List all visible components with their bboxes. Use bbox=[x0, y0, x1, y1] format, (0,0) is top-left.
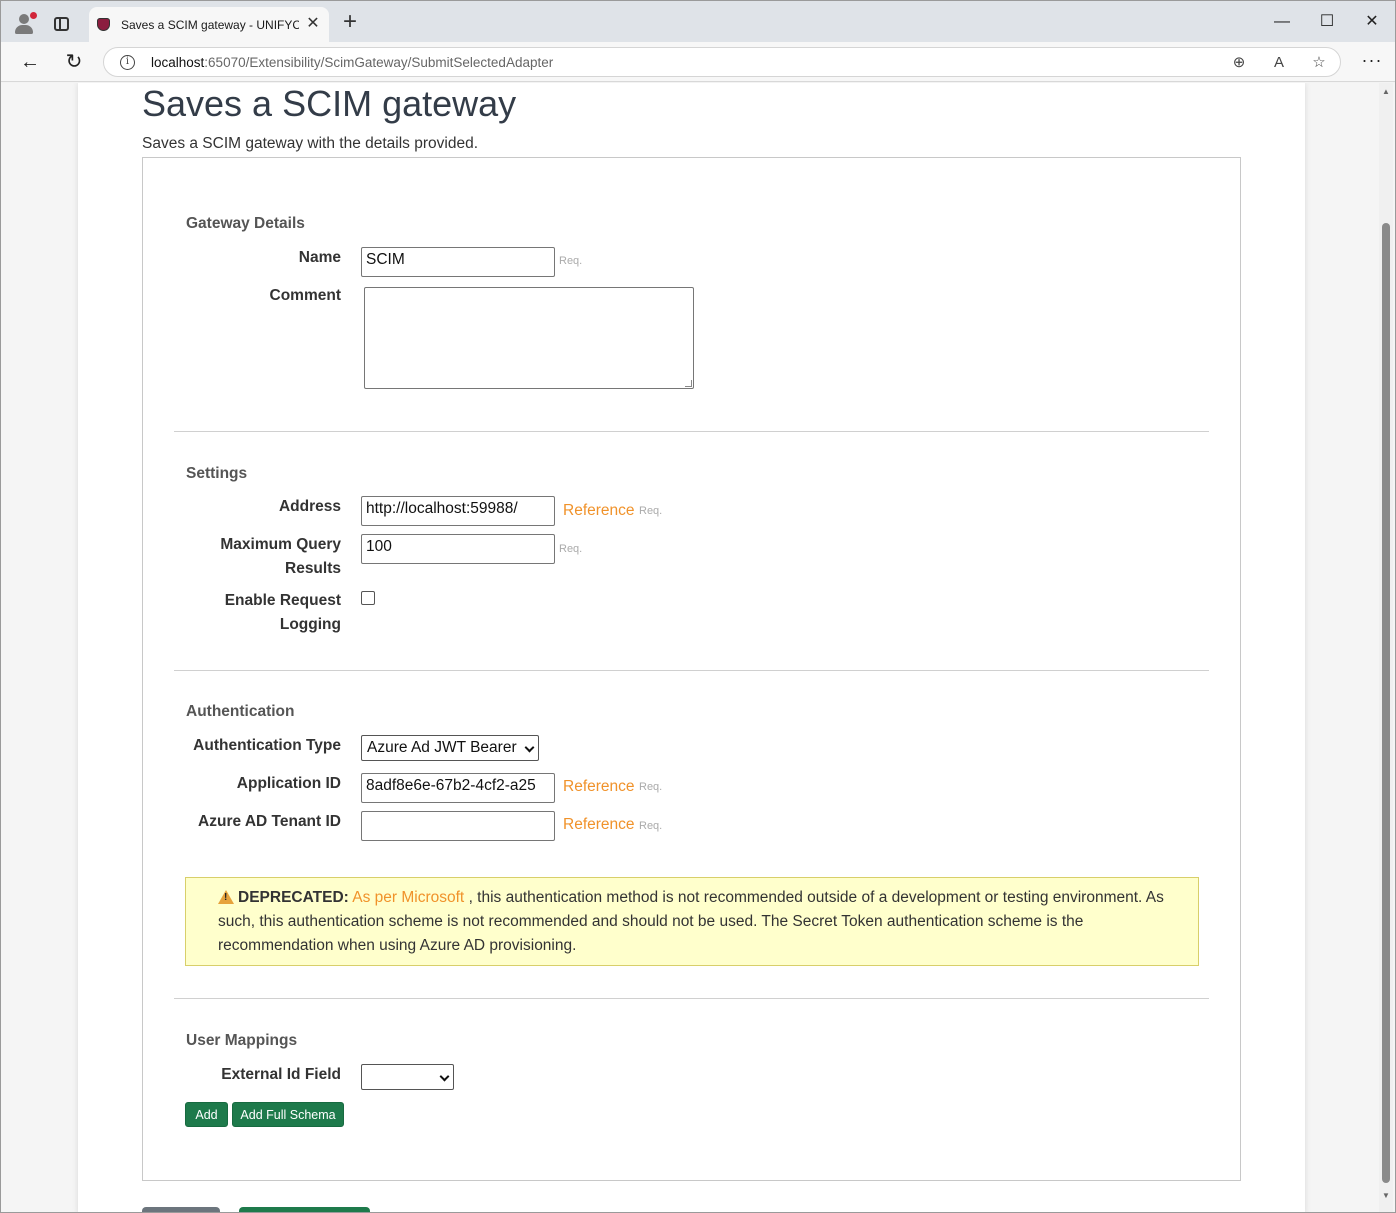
read-aloud-icon[interactable]: A bbox=[1268, 52, 1290, 74]
name-input[interactable]: SCIM bbox=[361, 247, 555, 277]
back-button[interactable]: ← bbox=[17, 49, 43, 75]
add-button[interactable]: Add bbox=[185, 1102, 228, 1127]
microsoft-link[interactable]: As per Microsoft bbox=[352, 889, 464, 906]
site-info-icon[interactable]: i bbox=[120, 55, 135, 70]
url-path: :65070/Extensibility/ScimGateway/SubmitS… bbox=[204, 55, 554, 70]
chevron-down-icon bbox=[439, 1071, 450, 1082]
browser-window: Saves a SCIM gateway - UNIFYConnect ✕ + … bbox=[0, 0, 1396, 1213]
comment-label: Comment bbox=[269, 287, 341, 304]
vertical-scrollbar[interactable]: ▲ ▼ bbox=[1379, 83, 1393, 1212]
address-reference-link[interactable]: Reference bbox=[563, 502, 635, 520]
external-id-label: External Id Field bbox=[221, 1066, 341, 1083]
warning-icon bbox=[218, 890, 234, 904]
tab-actions-icon[interactable] bbox=[54, 17, 69, 31]
url-host: localhost bbox=[151, 55, 205, 70]
max-query-label-line2: Results bbox=[285, 560, 341, 577]
tab-close-icon[interactable]: ✕ bbox=[303, 14, 323, 34]
page-content: Saves a SCIM gateway Saves a SCIM gatewa… bbox=[78, 83, 1305, 1212]
gateway-form: Gateway Details Name SCIM Req. Comment S… bbox=[142, 157, 1241, 1181]
refresh-button[interactable]: ↻ bbox=[61, 49, 87, 75]
add-full-schema-button[interactable]: Add Full Schema bbox=[232, 1102, 344, 1127]
app-id-label: Application ID bbox=[236, 775, 341, 792]
tab-active[interactable]: Saves a SCIM gateway - UNIFYConnect ✕ bbox=[89, 7, 329, 42]
divider bbox=[174, 998, 1209, 999]
tenant-id-label: Azure AD Tenant ID bbox=[198, 813, 341, 830]
name-required-hint: Req. bbox=[559, 255, 583, 267]
favorite-star-icon[interactable]: ☆ bbox=[1308, 52, 1330, 74]
site-favicon-icon bbox=[97, 18, 110, 31]
tab-bar: Saves a SCIM gateway - UNIFYConnect ✕ + … bbox=[1, 1, 1395, 42]
name-label: Name bbox=[298, 249, 341, 266]
address-input[interactable]: http://localhost:59988/ bbox=[361, 496, 555, 526]
auth-type-label: Authentication Type bbox=[193, 737, 341, 754]
section-title-settings: Settings bbox=[186, 465, 248, 482]
app-id-input[interactable]: 8adf8e6e-67b2-4cf2-a25 bbox=[361, 773, 555, 803]
cancel-button-partial[interactable] bbox=[142, 1207, 220, 1212]
scrollbar-thumb[interactable] bbox=[1382, 223, 1390, 1183]
auth-type-select[interactable]: Azure Ad JWT Bearer bbox=[361, 735, 539, 761]
max-query-required-hint: Req. bbox=[559, 543, 583, 555]
minimize-button[interactable]: — bbox=[1259, 9, 1305, 35]
divider bbox=[174, 670, 1209, 671]
external-id-select[interactable] bbox=[361, 1064, 454, 1090]
address-bar[interactable]: i localhost:65070/Extensibility/ScimGate… bbox=[103, 47, 1341, 77]
tenant-id-required-hint: Req. bbox=[639, 820, 663, 832]
logging-label-line2: Logging bbox=[279, 616, 341, 633]
navigation-bar: ← ↻ i localhost:65070/Extensibility/Scim… bbox=[1, 42, 1395, 82]
scroll-down-icon[interactable]: ▼ bbox=[1382, 1191, 1390, 1200]
warning-title: DEPRECATED: bbox=[238, 889, 349, 906]
submit-button-partial[interactable] bbox=[239, 1207, 370, 1212]
zoom-icon[interactable]: ⊕ bbox=[1228, 52, 1250, 74]
comment-textarea[interactable] bbox=[364, 287, 694, 389]
page-title: Saves a SCIM gateway bbox=[142, 83, 517, 124]
auth-type-selected: Azure Ad JWT Bearer bbox=[367, 739, 517, 756]
settings-menu-button[interactable]: ··· bbox=[1359, 49, 1385, 75]
address-label: Address bbox=[278, 498, 341, 515]
url-text[interactable]: localhost:65070/Extensibility/ScimGatewa… bbox=[151, 55, 553, 70]
scroll-up-icon[interactable]: ▲ bbox=[1382, 87, 1390, 96]
section-title-authentication: Authentication bbox=[186, 703, 295, 720]
address-required-hint: Req. bbox=[639, 505, 663, 517]
new-tab-button[interactable]: + bbox=[339, 10, 361, 34]
divider bbox=[174, 431, 1209, 432]
app-id-required-hint: Req. bbox=[639, 781, 663, 793]
tenant-id-reference-link[interactable]: Reference bbox=[563, 816, 635, 834]
page-viewport: Saves a SCIM gateway Saves a SCIM gatewa… bbox=[1, 83, 1395, 1212]
maximize-button[interactable]: ☐ bbox=[1304, 9, 1350, 35]
close-window-button[interactable]: ✕ bbox=[1349, 9, 1395, 35]
enable-logging-checkbox[interactable] bbox=[361, 591, 375, 605]
app-id-reference-link[interactable]: Reference bbox=[563, 778, 635, 796]
logging-label-line1: Enable Request bbox=[224, 592, 341, 609]
chevron-down-icon bbox=[524, 742, 535, 753]
tab-title: Saves a SCIM gateway - UNIFYConnect bbox=[121, 18, 299, 32]
page-subtitle: Saves a SCIM gateway with the details pr… bbox=[142, 135, 479, 152]
tenant-id-input[interactable] bbox=[361, 811, 555, 841]
section-title-gateway-details: Gateway Details bbox=[186, 215, 305, 232]
deprecation-warning: DEPRECATED: As per Microsoft , this auth… bbox=[185, 877, 1199, 966]
max-query-label-line1: Maximum Query bbox=[220, 536, 341, 553]
profile-icon[interactable] bbox=[13, 12, 37, 34]
section-title-user-mappings: User Mappings bbox=[186, 1032, 298, 1049]
max-query-input[interactable]: 100 bbox=[361, 534, 555, 564]
